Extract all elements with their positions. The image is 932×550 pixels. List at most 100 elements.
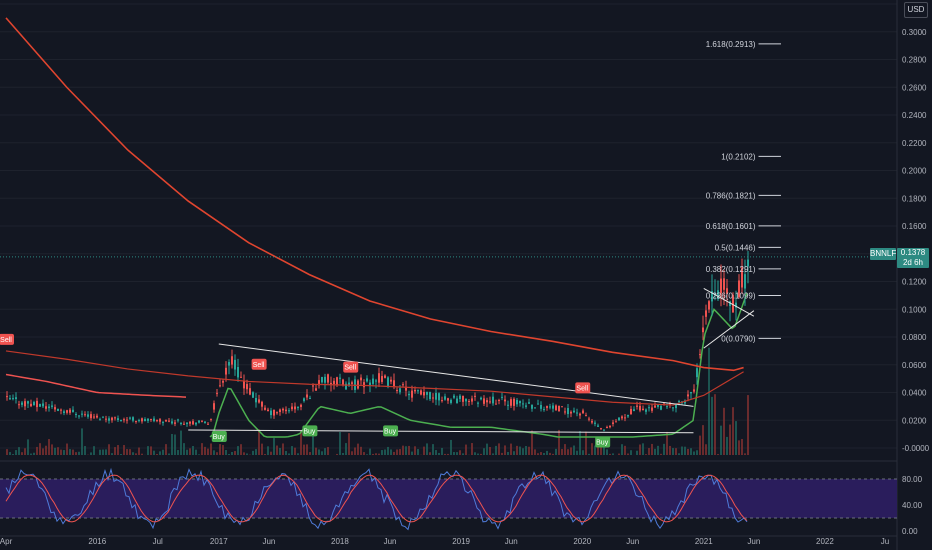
- candle-body: [180, 422, 182, 425]
- volume-bar: [402, 445, 404, 455]
- volume-bar: [510, 443, 512, 455]
- price-tick-label: 0.0800: [902, 333, 927, 342]
- candle-body: [639, 405, 641, 411]
- candle-body: [207, 423, 209, 425]
- price-tick-label: 0.2600: [902, 83, 927, 92]
- candle-body: [555, 405, 557, 411]
- candle-body: [51, 405, 53, 407]
- candle-body: [612, 422, 614, 424]
- fib-level-label: 0(0.0790): [721, 334, 756, 343]
- candle-body: [198, 420, 200, 423]
- volume-bar: [141, 453, 143, 455]
- candle-body: [159, 419, 161, 422]
- candle-body: [507, 404, 509, 406]
- volume-bar: [366, 454, 368, 455]
- time-tick-label: 2016: [88, 537, 106, 546]
- candle-body: [462, 395, 464, 402]
- volume-bar: [417, 449, 419, 455]
- volume-bar: [6, 449, 8, 455]
- volume-bar: [564, 444, 566, 455]
- volume-bar: [297, 453, 299, 455]
- candle-body: [744, 274, 746, 289]
- volume-bar: [732, 407, 734, 455]
- volume-bar: [93, 446, 95, 455]
- volume-bar: [738, 440, 740, 455]
- volume-bar: [726, 436, 728, 455]
- candle-body: [309, 397, 311, 399]
- candle-body: [660, 405, 662, 410]
- candle-body: [558, 405, 560, 412]
- candle-body: [324, 376, 326, 383]
- volume-bar: [276, 445, 278, 455]
- volume-bar: [711, 396, 713, 455]
- volume-bar: [588, 453, 590, 455]
- candle-body: [600, 428, 602, 430]
- candle-body: [300, 404, 302, 407]
- volume-bar: [594, 445, 596, 455]
- candle-body: [390, 379, 392, 382]
- candle-body: [453, 395, 455, 398]
- volume-bar: [327, 447, 329, 455]
- candle-body: [474, 395, 476, 397]
- time-tick-label: Jun: [626, 537, 639, 546]
- volume-bar: [396, 449, 398, 455]
- candle-body: [270, 410, 272, 416]
- candle-body: [672, 407, 674, 409]
- volume-bar: [192, 445, 194, 455]
- price-tick-label: 0.1000: [902, 305, 927, 314]
- volume-bar: [501, 452, 503, 455]
- fib-level-label: 0.786(0.1821): [706, 191, 756, 200]
- candle-body: [528, 402, 530, 404]
- fib-level-label: 0.382(0.1291): [706, 265, 756, 274]
- volume-bar: [381, 450, 383, 455]
- volume-bar: [150, 446, 152, 455]
- volume-bar: [60, 449, 62, 455]
- sell-signal-label: Sell: [344, 365, 356, 372]
- candle-body: [456, 398, 458, 404]
- price-chart[interactable]: 0.3000 0.2800 0.2600 0.2400 0.2200 0.2000 0.18…: [0, 0, 932, 550]
- volume-bar: [378, 453, 380, 455]
- candle-body: [15, 397, 17, 399]
- volume-bar: [486, 443, 488, 455]
- candle-body: [315, 388, 317, 391]
- volume-bar: [339, 431, 341, 455]
- candle-body: [441, 400, 443, 402]
- volume-bar: [438, 452, 440, 455]
- volume-bar: [657, 445, 659, 455]
- volume-bar: [498, 443, 500, 455]
- candle-body: [627, 415, 629, 417]
- volume-bar: [342, 452, 344, 455]
- price-tick-label: 0.0400: [902, 389, 927, 398]
- volume-bar: [660, 453, 662, 455]
- volume-bar: [552, 453, 554, 455]
- candle-body: [150, 418, 152, 420]
- candle-body: [249, 388, 251, 395]
- volume-bar: [408, 445, 410, 455]
- candle-body: [510, 399, 512, 406]
- candle-body: [525, 405, 527, 407]
- sell-signal-label: Sell: [576, 385, 588, 392]
- candle-body: [186, 422, 188, 425]
- volume-bar: [309, 452, 311, 455]
- volume-bar: [306, 444, 308, 455]
- volume-bar: [18, 447, 20, 455]
- volume-bar: [543, 452, 545, 455]
- candle-body: [39, 403, 41, 407]
- candle-body: [408, 393, 410, 396]
- volume-bar: [129, 449, 131, 455]
- volume-bar: [507, 452, 509, 455]
- volume-bar: [228, 453, 230, 455]
- volume-bar: [258, 429, 260, 455]
- volume-bar: [708, 347, 710, 455]
- candle-body: [36, 400, 38, 408]
- volume-bar: [537, 453, 539, 455]
- candle-body: [504, 399, 506, 402]
- volume-bar: [138, 447, 140, 455]
- volume-bar: [459, 450, 461, 455]
- volume-bar: [480, 453, 482, 455]
- time-tick-label: 2021: [695, 537, 713, 546]
- volume-bar: [513, 451, 515, 455]
- volume-bar: [690, 448, 692, 455]
- candle-body: [117, 418, 119, 421]
- currency-button[interactable]: USD: [904, 2, 928, 18]
